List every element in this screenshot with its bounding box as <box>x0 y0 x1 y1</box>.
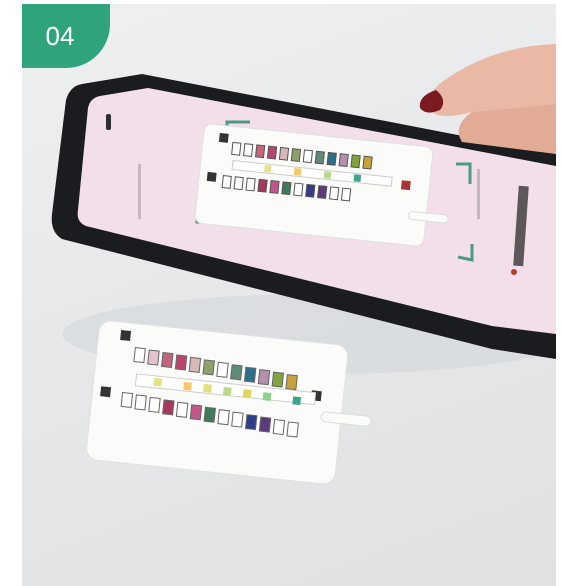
hand-finger <box>427 44 556 116</box>
phone-speaker <box>106 114 111 130</box>
card-marker-tl <box>120 330 132 341</box>
test-card <box>86 320 372 485</box>
photo-scene: 04 <box>22 4 556 586</box>
scene-svg <box>51 44 556 485</box>
step-badge-label: 04 <box>45 20 75 51</box>
card-marker-bl <box>100 386 112 398</box>
